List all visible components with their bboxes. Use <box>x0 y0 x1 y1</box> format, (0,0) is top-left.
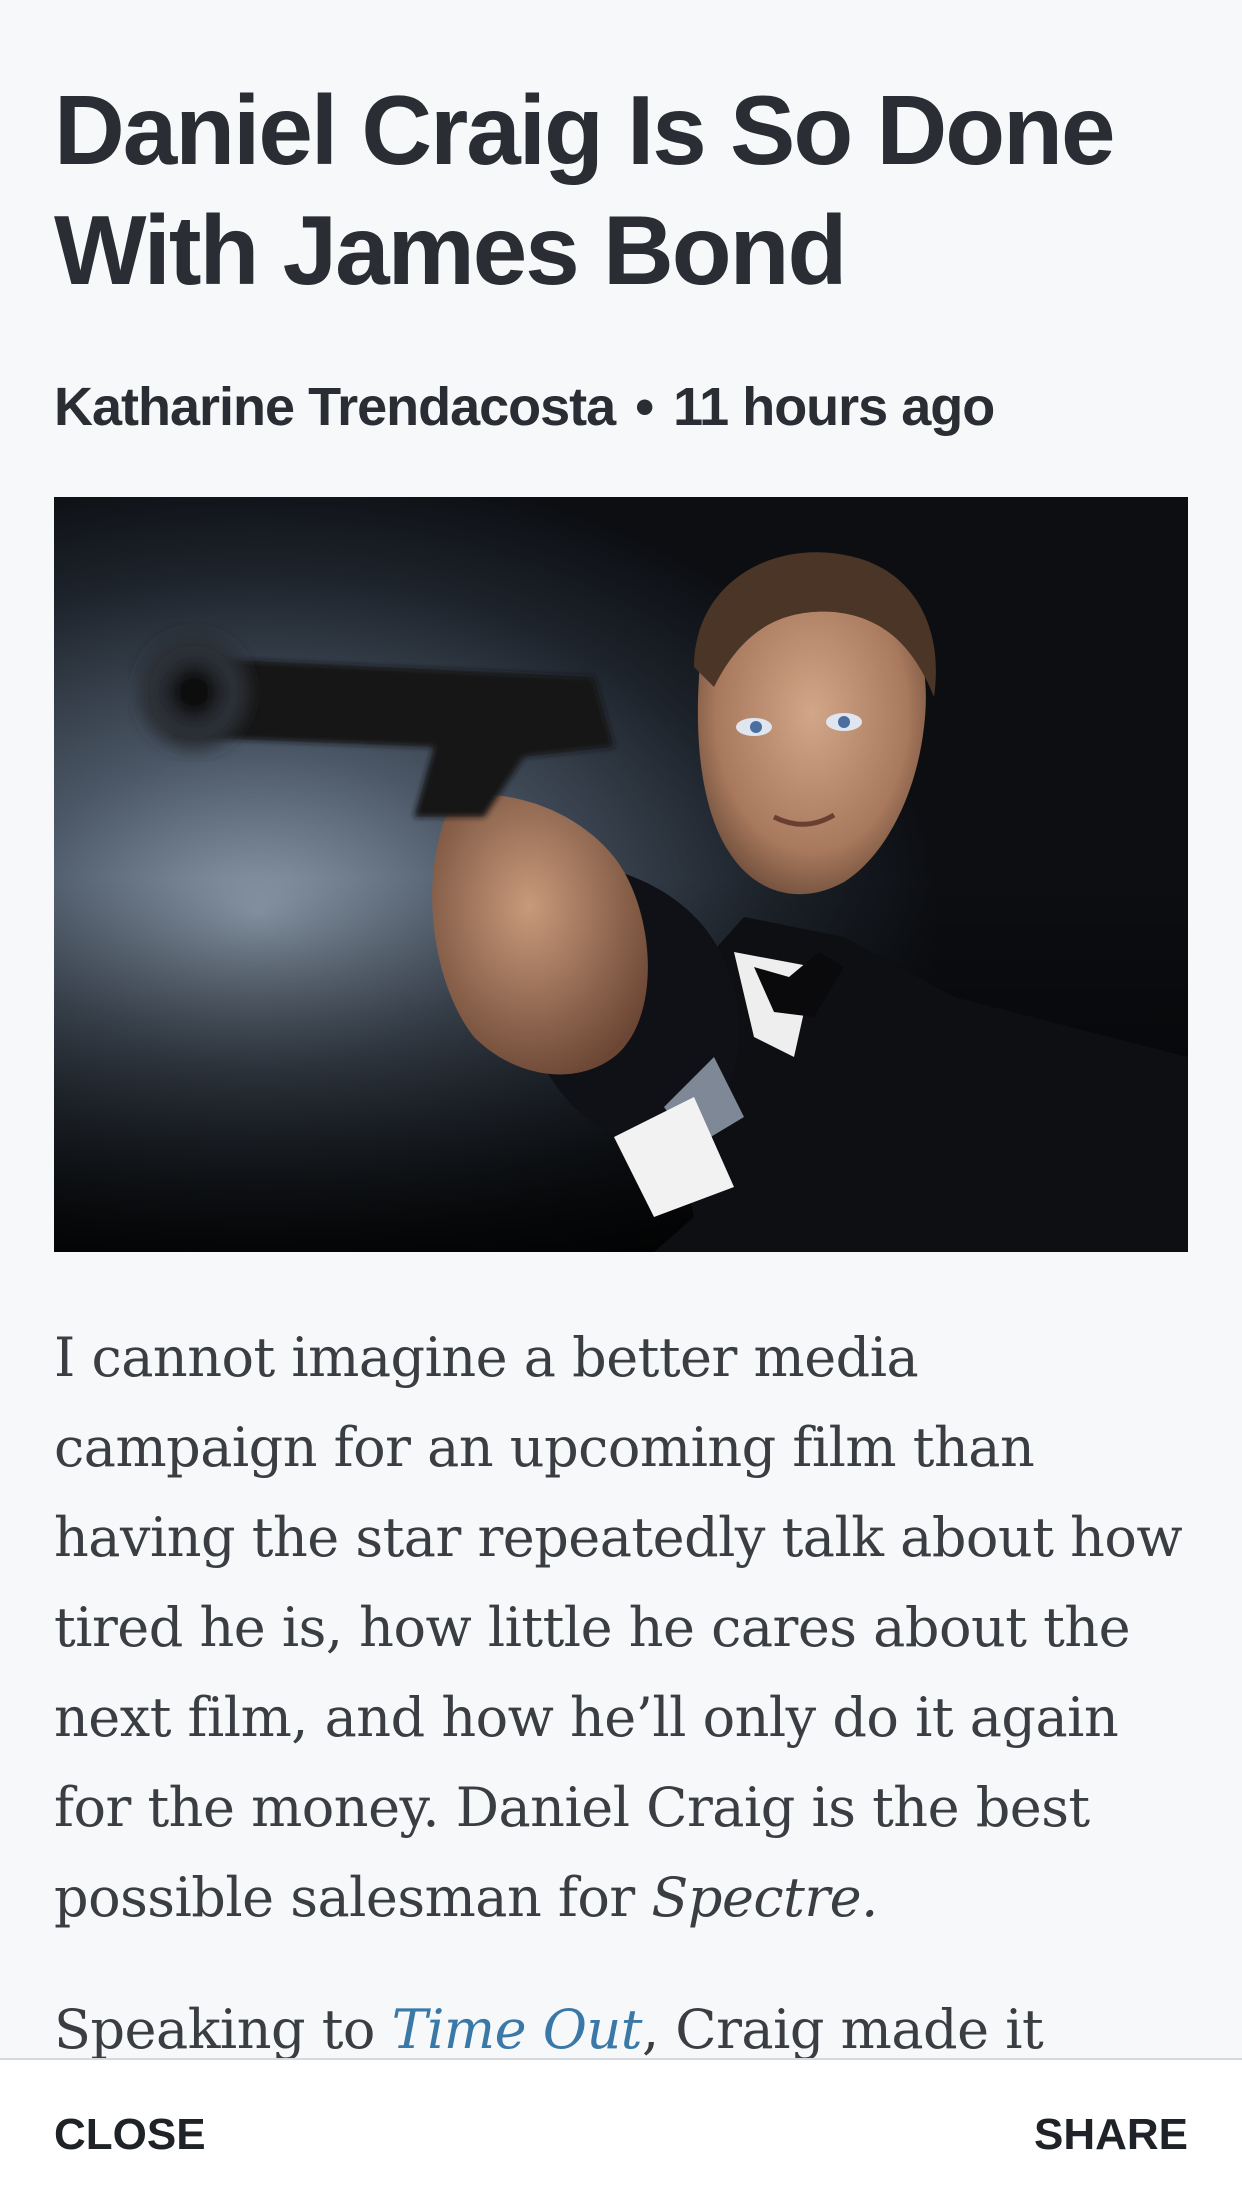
paragraph-text: , Craig made it <box>641 1998 1044 2061</box>
movie-title: Spectre. <box>651 1866 878 1929</box>
hero-photo-illustration <box>54 497 1188 1252</box>
time-out-link[interactable]: Time Out <box>392 1998 643 2061</box>
article-byline: Katharine Trendacosta • 11 hours ago <box>54 372 995 442</box>
article-view[interactable]: Daniel Craig Is So Done With James Bond … <box>0 0 1242 2208</box>
close-button[interactable]: CLOSE <box>54 2107 206 2163</box>
article-headline: Daniel Craig Is So Done With James Bond <box>54 75 1115 305</box>
paragraph-text: Speaking to <box>54 1998 392 2061</box>
paragraph: I cannot imagine a better media campaign… <box>54 1313 1194 1943</box>
author-name[interactable]: Katharine Trendacosta <box>54 377 616 437</box>
bottom-toolbar: CLOSE SHARE <box>0 2058 1242 2208</box>
hero-image <box>54 497 1188 1252</box>
article-body: I cannot imagine a better media campaign… <box>54 1313 1194 2117</box>
published-time: 11 hours ago <box>673 377 995 437</box>
paragraph-text: I cannot imagine a better media campaign… <box>54 1326 1183 1929</box>
byline-separator: • <box>635 377 654 437</box>
share-button[interactable]: SHARE <box>1034 2107 1188 2163</box>
